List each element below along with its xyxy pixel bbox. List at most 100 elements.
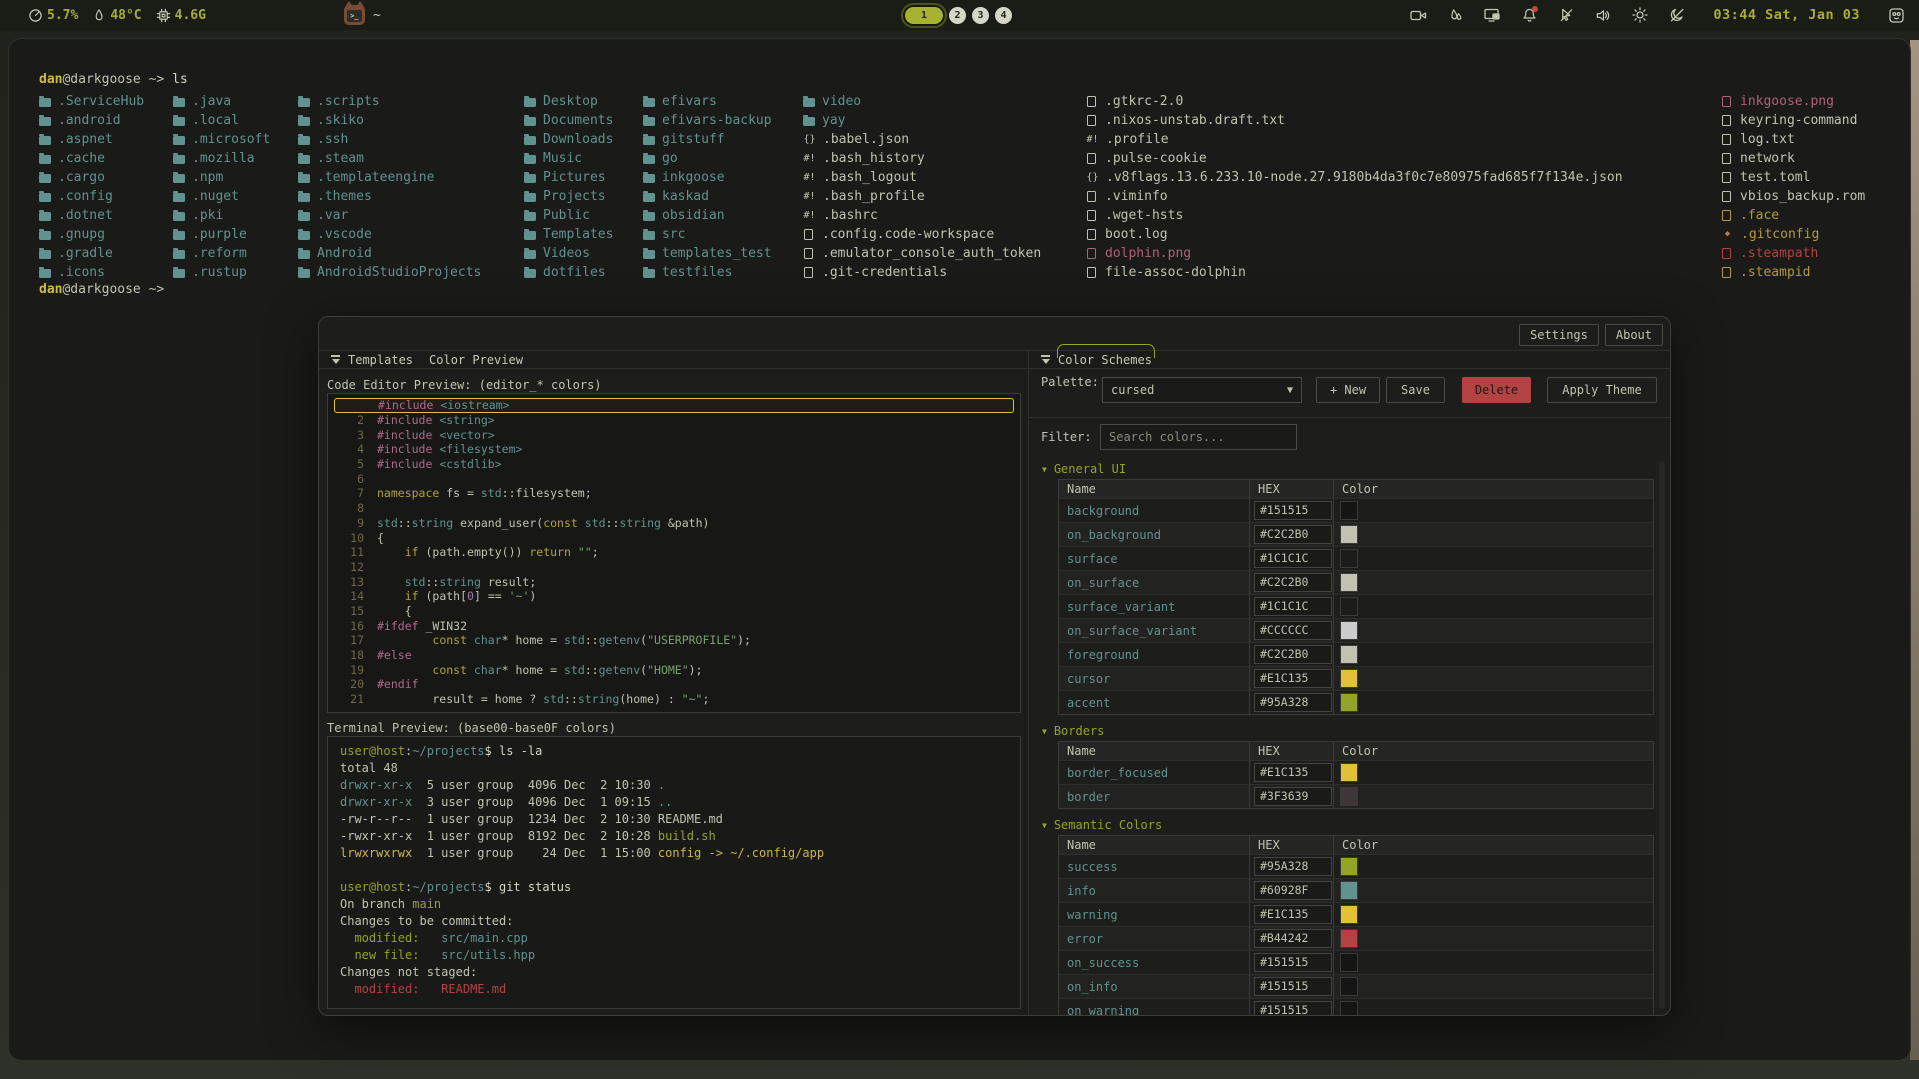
color-swatch[interactable] (1340, 977, 1358, 996)
color-row: foreground#C2C2B0 (1059, 642, 1653, 666)
hex-input[interactable]: #E1C135 (1254, 763, 1332, 782)
hex-input[interactable]: #151515 (1254, 501, 1332, 520)
tray-owl-icon[interactable] (1887, 6, 1905, 24)
prompt-command: ls (172, 72, 188, 87)
color-swatch[interactable] (1340, 881, 1358, 900)
search-colors-input[interactable] (1100, 424, 1297, 450)
hex-input[interactable]: #151515 (1254, 953, 1332, 972)
hex-input[interactable]: #C2C2B0 (1254, 573, 1332, 592)
memory-value: 4.6G (175, 8, 206, 23)
color-swatch[interactable] (1340, 525, 1358, 544)
about-button[interactable]: About (1605, 324, 1663, 346)
code-text: namespace fs = std::filesystem; (377, 486, 592, 500)
section-title[interactable]: ▼Borders (1042, 723, 1654, 739)
folder-icon (643, 98, 655, 107)
section-title[interactable]: ▼Semantic Colors (1042, 817, 1654, 833)
hex-input[interactable]: #1C1C1C (1254, 549, 1332, 568)
system-stats: 5.7% 48°C 4.6G (28, 8, 214, 23)
hex-input[interactable]: #3F3639 (1254, 787, 1332, 806)
hex-input[interactable]: #1C1C1C (1254, 597, 1332, 616)
hex-input[interactable]: #60928F (1254, 881, 1332, 900)
color-swatch[interactable] (1340, 501, 1358, 520)
terminal-token: total 48 (340, 761, 398, 775)
color-cell (1333, 619, 1653, 642)
hex-input[interactable]: #151515 (1254, 1001, 1332, 1015)
file-name: .skiko (317, 113, 364, 128)
color-swatch[interactable] (1340, 549, 1358, 568)
apply-theme-button[interactable]: Apply Theme (1547, 377, 1657, 403)
screen-record-icon[interactable] (1409, 6, 1427, 24)
clock[interactable]: 03:44 Sat, Jan 03 (1713, 7, 1860, 23)
workspace-4[interactable]: 4 (995, 7, 1012, 24)
color-swatch[interactable] (1340, 763, 1358, 782)
terminal-line: drwxr-xr-x 3 user group 4096 Dec 1 09:15… (340, 795, 1008, 812)
file-entry: .gradle (39, 244, 144, 263)
color-name: on_success (1059, 956, 1249, 970)
collapse-funnel-icon[interactable] (331, 355, 340, 364)
color-swatch[interactable] (1340, 669, 1358, 688)
file-entry: .steampid (1721, 263, 1865, 282)
color-swatch[interactable] (1340, 929, 1358, 948)
file-icon (1087, 229, 1096, 240)
delete-button[interactable]: Delete (1462, 377, 1531, 403)
workspace-1[interactable]: 1 (905, 7, 943, 24)
color-swatch[interactable] (1340, 693, 1358, 712)
prompt-host: @darkgoose (62, 282, 140, 297)
file-entry: log.txt (1721, 130, 1865, 149)
folder-icon (524, 155, 536, 164)
color-swatch[interactable] (1340, 1001, 1358, 1015)
hex-input[interactable]: #E1C135 (1254, 905, 1332, 924)
color-swatch[interactable] (1340, 787, 1358, 806)
hex-cell: #60928F (1249, 879, 1333, 902)
taskbar-app[interactable]: >_ ~ (344, 5, 381, 25)
hex-input[interactable]: #95A328 (1254, 693, 1332, 712)
pointer-disabled-icon[interactable] (1557, 6, 1575, 24)
file-name: .scripts (317, 94, 380, 109)
settings-button[interactable]: Settings (1519, 324, 1599, 346)
brightness-icon[interactable] (1631, 6, 1649, 24)
hex-cell: #95A328 (1249, 691, 1333, 714)
volume-icon[interactable] (1594, 6, 1612, 24)
code-text: #else (377, 648, 412, 662)
file-entry: templates_test (643, 244, 772, 263)
workspace-2[interactable]: 2 (949, 7, 966, 24)
hex-input[interactable]: #C2C2B0 (1254, 645, 1332, 664)
code-text: const char* home = std::getenv("USERPROF… (377, 633, 751, 647)
night-light-off-icon[interactable] (1668, 6, 1686, 24)
color-swatch[interactable] (1340, 621, 1358, 640)
color-swatch[interactable] (1340, 857, 1358, 876)
code-line: 2#include <string> (334, 413, 1014, 428)
file-entry: .git-credentials (803, 263, 1041, 282)
workspace-3[interactable]: 3 (972, 7, 989, 24)
color-swatch[interactable] (1340, 573, 1358, 592)
color-swatch[interactable] (1340, 597, 1358, 616)
code-token: ] == (474, 589, 509, 603)
code-token: <string> (439, 413, 494, 427)
section-title[interactable]: ▼General UI (1042, 461, 1654, 477)
palette-select[interactable]: cursed ▼ (1102, 377, 1302, 403)
collapse-funnel-icon[interactable] (1041, 355, 1050, 364)
notifications-icon[interactable] (1520, 6, 1538, 24)
hex-input[interactable]: #E1C135 (1254, 669, 1332, 688)
tab-color-preview[interactable]: Color Preview (429, 353, 523, 367)
line-number: 17 (334, 633, 364, 647)
hex-input[interactable]: #CCCCCC (1254, 621, 1332, 640)
color-swatch[interactable] (1340, 645, 1358, 664)
hex-input[interactable]: #151515 (1254, 977, 1332, 996)
screen-lock-icon[interactable] (1483, 6, 1501, 24)
hex-input[interactable]: #C2C2B0 (1254, 525, 1332, 544)
code-line: 8 (334, 501, 1014, 516)
line-number: 21 (334, 692, 364, 706)
hex-input[interactable]: #B44242 (1254, 929, 1332, 948)
color-swatch[interactable] (1340, 953, 1358, 972)
hex-cell: #151515 (1249, 951, 1333, 974)
tab-templates[interactable]: Templates (348, 353, 413, 367)
file-entry: kaskad (643, 187, 772, 206)
save-button[interactable]: Save (1386, 377, 1445, 403)
hex-input[interactable]: #95A328 (1254, 857, 1332, 876)
new-palette-button[interactable]: + New (1316, 377, 1380, 403)
color-swatch[interactable] (1340, 905, 1358, 924)
color-sections-scroll[interactable]: ▼General UINameHEXColorbackground#151515… (1029, 461, 1654, 1015)
scrollbar[interactable] (1659, 461, 1665, 1009)
flames-icon[interactable] (1446, 6, 1464, 24)
